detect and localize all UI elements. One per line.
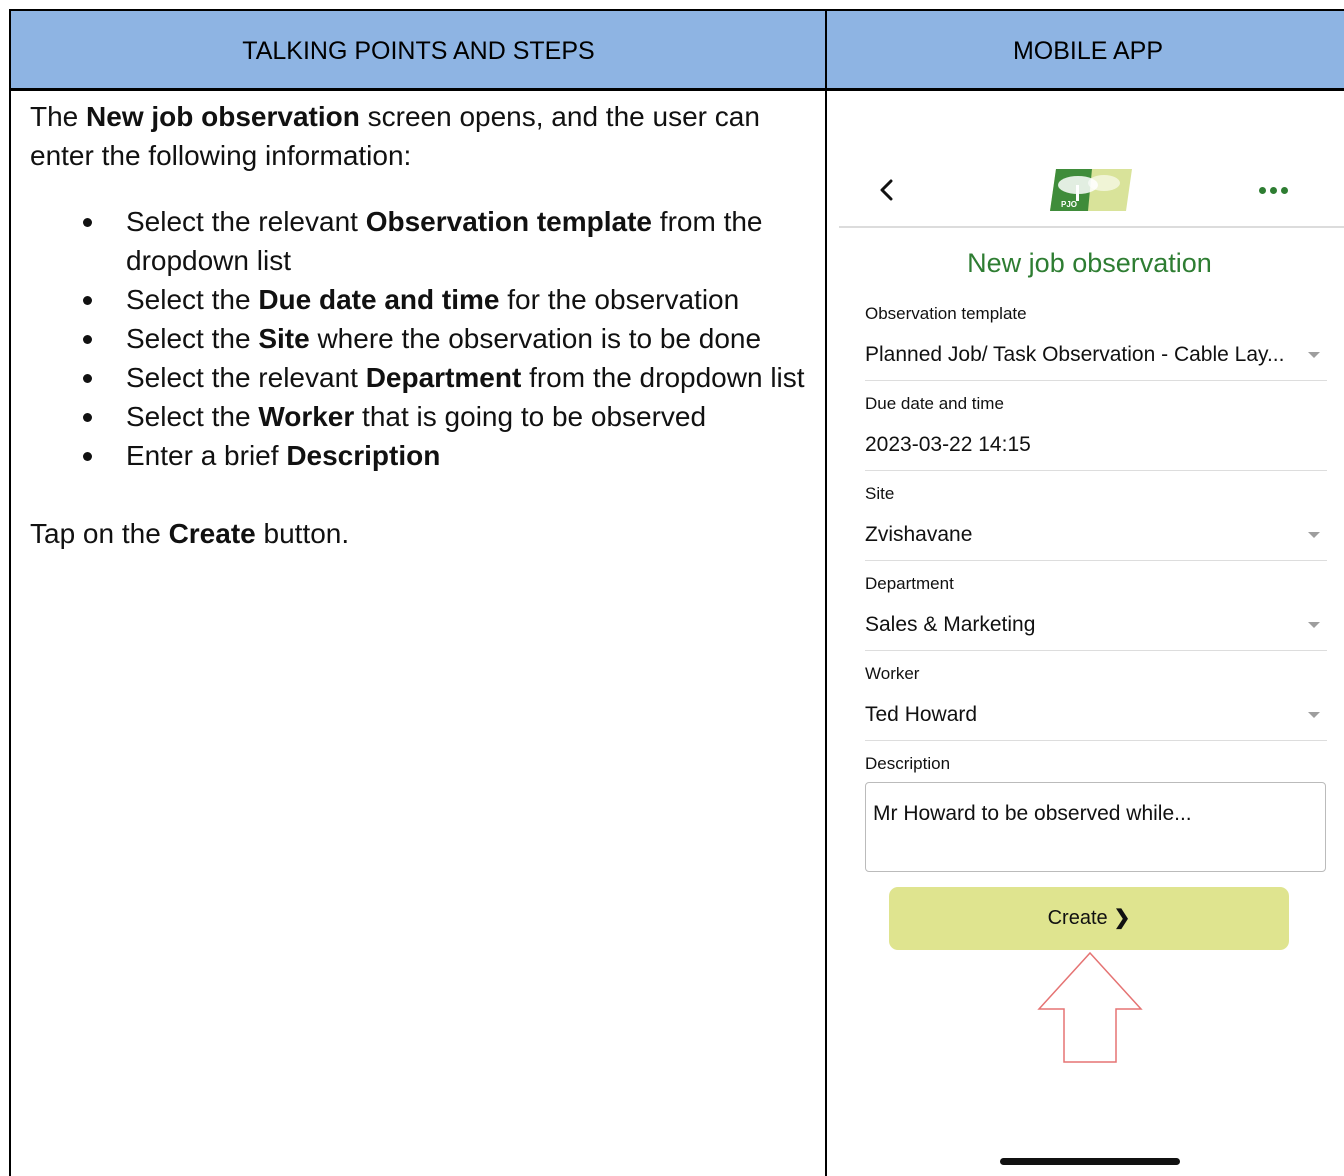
bullet-icon — [83, 413, 92, 422]
field-divider — [865, 470, 1327, 471]
field-divider — [865, 740, 1327, 741]
bullet-icon — [83, 374, 92, 383]
back-chevron-svg — [880, 179, 893, 201]
create-button-label: Create — [1047, 907, 1108, 929]
dot-icon — [1281, 186, 1288, 194]
intro-paragraph: The New job observation screen opens, an… — [30, 97, 810, 175]
intro-pre: The — [30, 101, 87, 132]
site-dropdown-icon[interactable] — [1308, 532, 1320, 538]
steps-list: Select the relevant Observation template… — [30, 202, 810, 475]
header-mobile-app: MOBILE APP — [1012, 37, 1164, 65]
step-pre: Select the — [126, 284, 259, 315]
tap-bold: Create — [168, 518, 256, 549]
site-label: Site — [865, 484, 895, 503]
step-item: Select the relevant Observation template… — [30, 202, 810, 280]
department-select[interactable]: Sales & Marketing — [865, 613, 1035, 637]
bullet-icon — [83, 335, 92, 344]
header-talking-points: TALKING POINTS AND STEPS — [242, 37, 595, 65]
worker-label: Worker — [865, 664, 920, 683]
due-datetime-field[interactable]: 2023-03-22 14:15 — [865, 433, 1031, 457]
field-divider — [865, 650, 1327, 651]
description-label: Description — [865, 754, 951, 773]
step-pre: Enter a brief — [126, 440, 287, 471]
step-item: Enter a brief Description — [30, 436, 810, 475]
topbar-divider — [839, 226, 1344, 228]
tap-pre: Tap on the — [30, 518, 169, 549]
template-dropdown-icon[interactable] — [1308, 352, 1320, 358]
field-divider — [865, 380, 1327, 381]
description-textarea[interactable]: Mr Howard to be observed while... — [865, 782, 1326, 872]
bullet-icon — [83, 218, 92, 227]
dot-icon — [1270, 186, 1277, 194]
step-bold: Site — [258, 323, 310, 354]
department-dropdown-icon[interactable] — [1308, 622, 1320, 628]
step-item: Select the Due date and time for the obs… — [30, 280, 810, 319]
intro-bold: New job observation — [86, 101, 360, 132]
dot-icon — [1259, 186, 1266, 194]
department-label: Department — [865, 574, 954, 593]
step-post: for the observation — [499, 284, 740, 315]
screen-title: New job observation — [967, 248, 1212, 278]
site-select[interactable]: Zvishavane — [865, 523, 972, 547]
step-item: Select the Site where the observation is… — [30, 319, 810, 358]
step-post: where the observation is to be done — [309, 323, 762, 354]
logo-text: PJO — [1061, 200, 1077, 209]
step-item: Select the relevant Department from the … — [30, 358, 810, 397]
talking-points: The New job observation screen opens, an… — [30, 97, 810, 553]
step-item: Select the Worker that is going to be ob… — [30, 397, 810, 436]
step-pre: Select the — [126, 401, 259, 432]
more-options-icon[interactable] — [1259, 175, 1293, 205]
step-pre: Select the relevant — [126, 206, 366, 237]
step-post: that is going to be observed — [354, 401, 707, 432]
tap-instruction: Tap on the Create button. — [30, 514, 810, 553]
template-label: Observation template — [865, 304, 1027, 323]
step-bold: Description — [286, 440, 441, 471]
step-bold: Worker — [258, 401, 355, 432]
worker-select[interactable]: Ted Howard — [865, 703, 977, 727]
template-select[interactable]: Planned Job/ Task Observation - Cable La… — [865, 343, 1284, 367]
step-bold: Observation template — [365, 206, 653, 237]
step-pre: Select the — [126, 323, 259, 354]
back-chevron-icon[interactable] — [877, 175, 897, 205]
step-bold: Department — [365, 362, 522, 393]
pjo-logo: PJO — [1048, 167, 1132, 213]
mobile-app-screen: PJO New job observation Observation temp… — [827, 93, 1344, 1176]
step-bold: Due date and time — [258, 284, 500, 315]
up-arrow-annotation-icon — [1037, 951, 1143, 1065]
bullet-icon — [83, 452, 92, 461]
table-left-border — [9, 9, 11, 1176]
home-indicator[interactable] — [1000, 1158, 1180, 1165]
chevron-right-icon: ❯ — [1113, 907, 1131, 929]
create-button[interactable]: Create ❯ — [889, 887, 1289, 950]
tap-post: button. — [255, 518, 350, 549]
field-divider — [865, 560, 1327, 561]
due-label: Due date and time — [865, 394, 1004, 413]
step-pre: Select the relevant — [126, 362, 366, 393]
table-header-row: TALKING POINTS AND STEPS MOBILE APP — [9, 9, 1344, 91]
bullet-icon — [83, 296, 92, 305]
worker-dropdown-icon[interactable] — [1308, 712, 1320, 718]
step-post: from the dropdown list — [521, 362, 805, 393]
